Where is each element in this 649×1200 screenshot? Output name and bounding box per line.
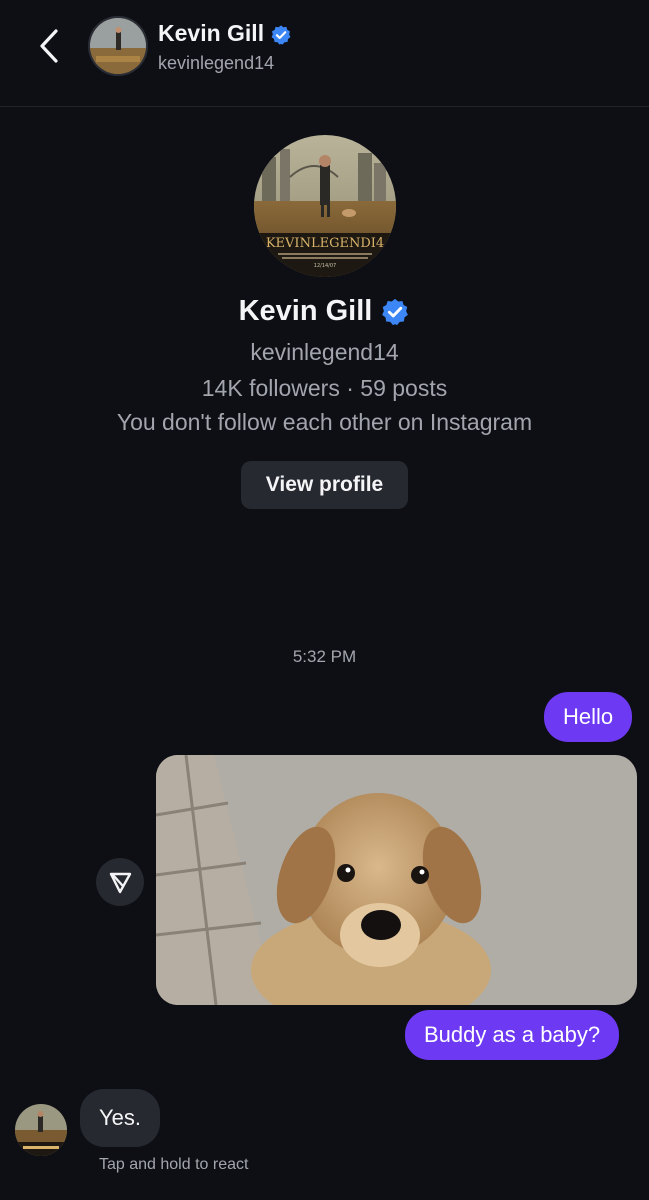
header-username: kevinlegend14 [158,53,275,73]
puppy-image [156,755,637,1005]
send-triangle-icon [109,872,132,894]
profile-name: Kevin Gill [0,291,649,331]
chevron-left-icon[interactable] [34,26,70,66]
profile-stats: 14K followers · 59 posts [201,375,448,401]
verified-badge-icon [272,25,291,45]
profile-avatar[interactable]: KEVINLEGENDI4 12/14/07 [253,135,396,277]
share-button[interactable] [96,858,144,906]
profile-relationship: You don't follow each other on Instagram [116,409,533,435]
view-profile-button[interactable]: View profile [240,461,409,509]
incoming-message[interactable]: Yes. [80,1089,161,1147]
avatar-date: 12/14/07 [313,263,335,269]
outgoing-message[interactable]: Hello [544,692,633,742]
puppy-photo[interactable] [156,755,637,1005]
avatar-image: KEVINLEGENDI4 12/14/07 [253,135,396,277]
profile-card: KEVINLEGENDI4 12/14/07 Kevin Gill kevinl… [0,135,649,509]
chat-header: Kevin Gill kevinlegend14 [0,0,649,107]
avatar-caption: KEVINLEGENDI4 [265,236,383,251]
avatar-image [15,1104,67,1156]
verified-badge-icon [382,299,409,326]
header-avatar[interactable] [88,16,148,76]
profile-username: kevinlegend14 [250,339,399,365]
header-name[interactable]: Kevin Gill [158,20,292,47]
sender-avatar[interactable] [15,1104,67,1156]
avatar-image [90,18,146,74]
react-hint: Tap and hold to react [99,1156,249,1173]
message-timestamp: 5:32 PM [292,647,357,666]
outgoing-message[interactable]: Buddy as a baby? [405,1010,620,1060]
